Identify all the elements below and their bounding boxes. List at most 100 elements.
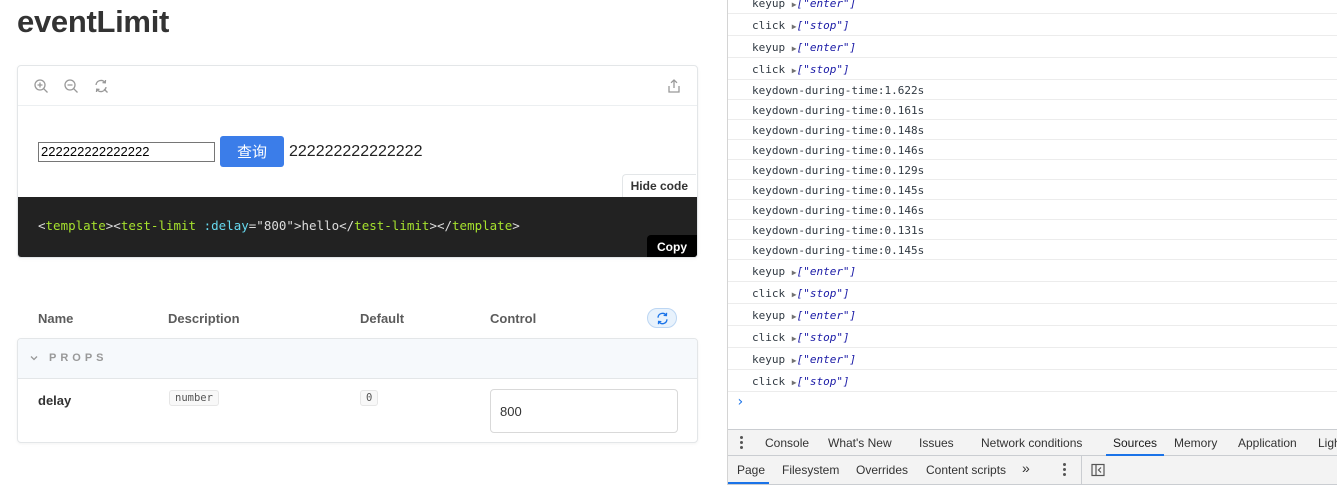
event-name: keyup: [752, 265, 792, 278]
event-args[interactable]: ["enter"]: [797, 309, 857, 322]
copy-button[interactable]: Copy: [647, 235, 697, 257]
code-line: <template><test-limit :delay="800">hello…: [38, 218, 520, 233]
tab-sources[interactable]: Sources: [1113, 436, 1157, 450]
console-line-text: click ▶["stop"]: [752, 375, 850, 388]
tab-application[interactable]: Application: [1238, 436, 1297, 450]
page-title: eventLimit: [17, 4, 170, 39]
console-line-text: keydown-during-time:0.145s: [752, 184, 925, 197]
event-name: keyup: [752, 0, 792, 10]
console-line: click ▶["stop"]: [728, 370, 1337, 392]
query-output: 222222222222222: [289, 142, 423, 160]
args-table-header: Name Description Default Control: [17, 308, 698, 330]
query-input[interactable]: [38, 141, 215, 162]
event-args[interactable]: ["stop"]: [797, 63, 850, 76]
arg-type-badge: number: [169, 390, 219, 406]
code-attr: :delay: [203, 218, 249, 233]
active-subtab-indicator: [728, 482, 769, 484]
delay-control-input[interactable]: [490, 389, 678, 433]
zoom-out-icon[interactable]: [63, 78, 79, 94]
console-line: keyup ▶["enter"]: [728, 304, 1337, 326]
code-punct: >: [512, 218, 520, 233]
console-line-text: keyup ▶["enter"]: [752, 41, 856, 54]
props-section-label: PROPS: [49, 352, 108, 364]
console-line: keydown-during-time:0.145s: [728, 180, 1337, 200]
console-line: click ▶["stop"]: [728, 14, 1337, 36]
arg-default-badge: 0: [360, 390, 379, 406]
code-tag: test-limit: [120, 218, 197, 233]
event-args[interactable]: ["stop"]: [797, 331, 850, 344]
tab-lighthouse[interactable]: Ligh: [1318, 436, 1337, 450]
more-options-icon[interactable]: [1063, 462, 1067, 478]
storybook-canvas: eventLimit 查询 222222222222222 Hide code …: [0, 0, 718, 485]
tab-memory[interactable]: Memory: [1174, 436, 1217, 450]
event-name: click: [752, 331, 792, 344]
console-line-text: keyup ▶["enter"]: [752, 309, 856, 322]
console-line-text: keydown-during-time:0.129s: [752, 164, 925, 177]
header-control: Control: [490, 311, 537, 326]
console-line: keydown-during-time:0.148s: [728, 120, 1337, 140]
console-line-text: keyup ▶["enter"]: [752, 0, 856, 10]
subtab-filesystem[interactable]: Filesystem: [782, 463, 839, 477]
console-line-text: keydown-during-time:0.161s: [752, 104, 925, 117]
divider: [1081, 456, 1082, 485]
more-tabs-icon[interactable]: »: [1022, 460, 1030, 476]
hide-code-button[interactable]: Hide code: [621, 174, 696, 198]
subtab-page[interactable]: Page: [737, 463, 765, 477]
event-args[interactable]: ["enter"]: [797, 265, 857, 278]
event-name: keyup: [752, 309, 792, 322]
console-output: keyup ▶["enter"] click ▶["stop"] keyup ▶["…: [728, 0, 1337, 412]
console-line: click ▶["stop"]: [728, 326, 1337, 348]
refresh-icon: [656, 312, 668, 324]
chevron-down-icon: [30, 356, 38, 361]
console-line-text: keyup ▶["enter"]: [752, 353, 856, 366]
event-name: keyup: [752, 353, 792, 366]
event-name: click: [752, 19, 792, 32]
args-table: PROPS delay number 0: [17, 338, 698, 443]
event-name: click: [752, 287, 792, 300]
reset-controls-button[interactable]: [647, 308, 677, 328]
tab-whats-new[interactable]: What's New: [828, 436, 892, 450]
console-line-text: keydown-during-time:0.146s: [752, 144, 925, 157]
console-line: keyup ▶["enter"]: [728, 348, 1337, 370]
console-prompt[interactable]: ›: [736, 394, 744, 410]
event-args[interactable]: ["stop"]: [797, 19, 850, 32]
tab-network-conditions[interactable]: Network conditions: [981, 436, 1082, 450]
event-args[interactable]: ["stop"]: [797, 375, 850, 388]
event-args[interactable]: ["enter"]: [797, 41, 857, 54]
more-options-icon[interactable]: [740, 435, 744, 451]
reset-zoom-icon[interactable]: [93, 78, 109, 94]
event-args[interactable]: ["enter"]: [797, 353, 857, 366]
panel-splitter[interactable]: [718, 0, 728, 485]
console-line: keydown-during-time:0.131s: [728, 220, 1337, 240]
devtools-panel: keyup ▶["enter"] click ▶["stop"] keyup ▶["…: [728, 0, 1337, 485]
console-line: click ▶["stop"]: [728, 58, 1337, 80]
header-name: Name: [38, 311, 74, 326]
story-preview: 查询 222222222222222 Hide code <template><…: [17, 65, 698, 258]
console-line: keydown-during-time:1.622s: [728, 80, 1337, 100]
tab-issues[interactable]: Issues: [919, 436, 954, 450]
tab-console[interactable]: Console: [765, 436, 809, 450]
code-tag: template: [452, 218, 513, 233]
query-button[interactable]: 查询: [220, 136, 284, 167]
console-line-text: keydown-during-time:1.622s: [752, 84, 925, 97]
subtab-content-scripts[interactable]: Content scripts: [926, 463, 1006, 477]
code-content: hello: [301, 218, 340, 233]
event-args[interactable]: ["stop"]: [797, 287, 850, 300]
share-icon[interactable]: [666, 78, 682, 94]
event-name: keyup: [752, 41, 792, 54]
console-line-text: keydown-during-time:0.131s: [752, 224, 925, 237]
console-line: keydown-during-time:0.146s: [728, 200, 1337, 220]
console-line-text: keyup ▶["enter"]: [752, 265, 856, 278]
code-punct: ><: [105, 218, 121, 233]
sources-navigator-tabbar: Page Filesystem Overrides Content script…: [728, 456, 1337, 485]
console-line: keydown-during-time:0.146s: [728, 140, 1337, 160]
subtab-overrides[interactable]: Overrides: [856, 463, 908, 477]
event-name: click: [752, 63, 792, 76]
zoom-in-icon[interactable]: [33, 78, 49, 94]
console-line-text: keydown-during-time:0.146s: [752, 204, 925, 217]
event-args[interactable]: ["enter"]: [797, 0, 857, 10]
toggle-sidebar-icon[interactable]: [1091, 463, 1105, 477]
code-tag: test-limit: [354, 218, 430, 233]
props-section-toggle[interactable]: PROPS: [18, 339, 697, 379]
